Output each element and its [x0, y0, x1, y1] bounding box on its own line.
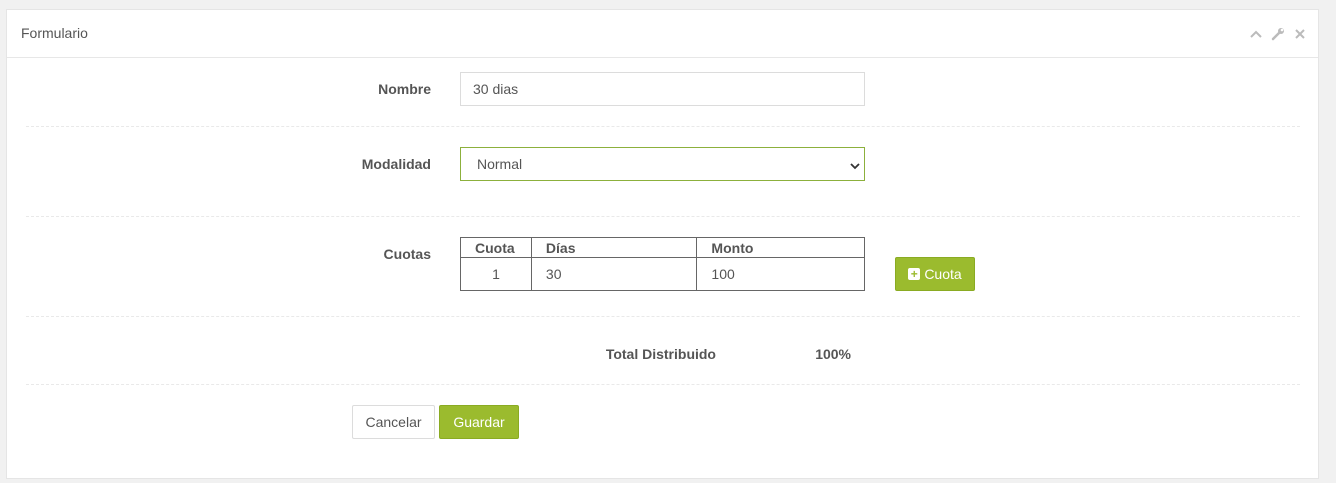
dias-cell[interactable]: 30 [530, 257, 698, 291]
plus-square-icon: + [908, 268, 921, 280]
divider [26, 384, 1300, 385]
save-button[interactable]: Guardar [439, 405, 519, 439]
column-header-cuota: Cuota [460, 237, 532, 258]
table-row: 1 30 100 [460, 257, 865, 291]
total-label: Total Distribuido [605, 346, 716, 362]
modalidad-label: Modalidad [361, 156, 431, 172]
nombre-input[interactable] [460, 72, 865, 106]
cuotas-label: Cuotas [383, 246, 431, 262]
divider [26, 316, 1300, 317]
form-panel: Formulario Nombre Modalidad Normal Cuota… [6, 9, 1319, 479]
cuotas-table: Cuota Días Monto 1 30 100 [460, 237, 865, 291]
panel-header: Formulario [7, 10, 1318, 58]
add-cuota-button[interactable]: + Cuota [895, 257, 975, 291]
chevron-up-icon[interactable] [1248, 26, 1264, 42]
chevron-down-icon [850, 157, 860, 173]
wrench-icon[interactable] [1270, 26, 1286, 42]
modalidad-select[interactable]: Normal [460, 147, 865, 181]
panel-title: Formulario [21, 25, 88, 41]
panel-tools [1248, 26, 1308, 42]
cancel-button[interactable]: Cancelar [352, 405, 435, 439]
column-header-dias: Días [530, 237, 698, 258]
close-icon[interactable] [1292, 26, 1308, 42]
divider [26, 216, 1300, 217]
table-header-row: Cuota Días Monto [460, 237, 865, 258]
nombre-label: Nombre [378, 81, 431, 97]
add-cuota-label: Cuota [924, 266, 962, 282]
total-value: 100% [815, 346, 851, 362]
column-header-monto: Monto [696, 237, 865, 258]
divider [26, 126, 1300, 127]
modalidad-selected-value: Normal [477, 156, 523, 172]
monto-cell[interactable]: 100 [696, 257, 865, 291]
cuota-cell: 1 [460, 257, 532, 291]
